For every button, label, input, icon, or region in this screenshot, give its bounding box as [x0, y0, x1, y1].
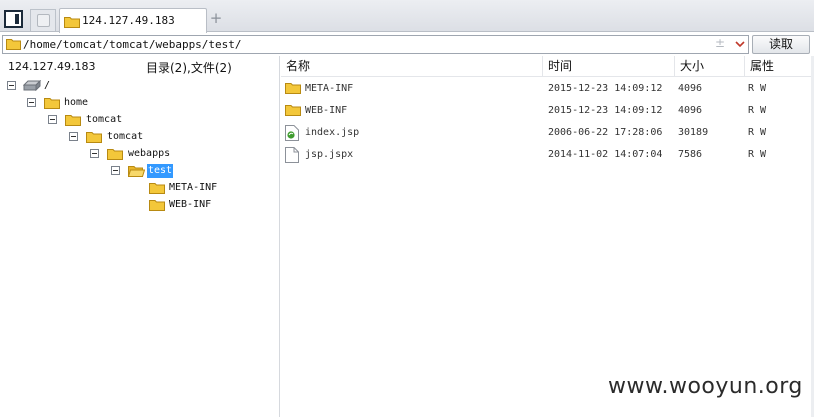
column-header-name[interactable]: 名称 — [281, 56, 543, 77]
tree-node-label: / — [44, 80, 51, 91]
column-header-time[interactable]: 时间 — [543, 56, 675, 77]
file-time: 2015-12-23 14:09:12 — [548, 105, 663, 116]
tree-node-meta-inf[interactable]: META-INF — [0, 180, 240, 196]
read-button[interactable]: 读取 — [752, 35, 810, 54]
path-field: ± — [2, 35, 749, 54]
tab-label: 124.127.49.183 — [82, 14, 175, 27]
file-time: 2014-11-02 14:07:04 — [548, 149, 663, 160]
tree-node-label: WEB-INF — [169, 199, 212, 210]
blank-page-icon — [37, 14, 50, 27]
tree-node-label: tomcat — [86, 114, 123, 125]
collapse-icon[interactable] — [7, 81, 16, 90]
tree-node-tomcat[interactable]: tomcat — [0, 129, 200, 145]
address-bar: ± 读取 — [0, 33, 814, 55]
chevron-down-icon[interactable] — [734, 36, 746, 52]
file-name: index.jsp — [305, 127, 360, 138]
path-input[interactable] — [23, 37, 703, 52]
tree-node-root[interactable]: / — [0, 78, 200, 94]
tree-node-label: tomcat — [107, 131, 144, 142]
file-row[interactable]: WEB-INF 2015-12-23 14:09:12 4096 R W — [281, 101, 811, 123]
drive-icon — [23, 80, 41, 91]
folder-open-icon — [128, 166, 145, 177]
file-attributes: R W — [748, 105, 767, 116]
folder-icon — [149, 200, 165, 211]
tree-summary: 目录(2),文件(2) — [146, 61, 232, 75]
file-attributes: R W — [748, 127, 767, 138]
file-row[interactable]: jsp.jspx 2014-11-02 14:07:04 7586 R W — [281, 145, 811, 167]
file-time: 2006-06-22 17:28:06 — [548, 127, 663, 138]
tab-bar: 124.127.49.183 + — [0, 0, 814, 33]
tree-node-tomcat[interactable]: tomcat — [0, 112, 200, 128]
folder-icon — [64, 17, 80, 28]
tree-node-web-inf[interactable]: WEB-INF — [0, 197, 240, 213]
column-header-attributes[interactable]: 属性 — [745, 56, 811, 77]
directory-tree-panel: 124.127.49.183 目录(2),文件(2) / home tomcat — [0, 56, 280, 417]
tree-node-test[interactable]: test — [0, 163, 200, 179]
collapse-icon[interactable] — [48, 115, 57, 124]
collapse-icon[interactable] — [111, 166, 120, 175]
tree-host-label: 124.127.49.183 — [8, 60, 96, 73]
file-row[interactable]: index.jsp 2006-06-22 17:28:06 30189 R W — [281, 123, 811, 145]
file-size: 7586 — [678, 149, 703, 160]
folder-icon — [6, 39, 21, 50]
file-size: 4096 — [678, 105, 703, 116]
file-size: 4096 — [678, 83, 703, 94]
folder-icon — [285, 105, 301, 116]
tree-header: 124.127.49.183 目录(2),文件(2) — [0, 56, 279, 77]
file-list-panel: 名称 时间 大小 属性 META-INF 2015-12-23 14:09:12… — [281, 56, 811, 417]
tree-node-webapps[interactable]: webapps — [0, 146, 200, 162]
column-header-size[interactable]: 大小 — [675, 56, 745, 77]
file-name: jsp.jspx — [305, 149, 354, 160]
tree-node-label: home — [64, 97, 89, 108]
plus-minus-icon[interactable]: ± — [715, 36, 725, 50]
file-row[interactable]: META-INF 2015-12-23 14:09:12 4096 R W — [281, 79, 811, 101]
folder-icon — [86, 132, 102, 143]
watermark: www.wooyun.org — [608, 374, 803, 399]
new-tab-button[interactable]: + — [209, 11, 223, 26]
tab-host[interactable]: 124.127.49.183 — [59, 8, 207, 33]
file-name: META-INF — [305, 83, 354, 94]
folder-icon — [44, 98, 60, 109]
file-attributes: R W — [748, 149, 767, 160]
file-attributes: R W — [748, 83, 767, 94]
folder-icon — [107, 149, 123, 160]
tree-node-label: webapps — [128, 148, 171, 159]
tree-node-home[interactable]: home — [0, 95, 200, 111]
collapse-icon[interactable] — [69, 132, 78, 141]
jsp-file-icon — [285, 125, 299, 141]
file-name: WEB-INF — [305, 105, 348, 116]
file-size: 30189 — [678, 127, 709, 138]
collapse-icon[interactable] — [90, 149, 99, 158]
file-time: 2015-12-23 14:09:12 — [548, 83, 663, 94]
tab-inactive[interactable] — [30, 9, 56, 31]
tree-node-label: META-INF — [169, 182, 218, 193]
folder-icon — [285, 83, 301, 94]
collapse-icon[interactable] — [27, 98, 36, 107]
file-list-header: 名称 时间 大小 属性 — [281, 56, 811, 77]
app-menu-icon[interactable] — [4, 10, 23, 28]
file-icon — [285, 147, 299, 163]
tree-node-label: test — [147, 164, 174, 178]
folder-icon — [65, 115, 81, 126]
folder-icon — [149, 183, 165, 194]
